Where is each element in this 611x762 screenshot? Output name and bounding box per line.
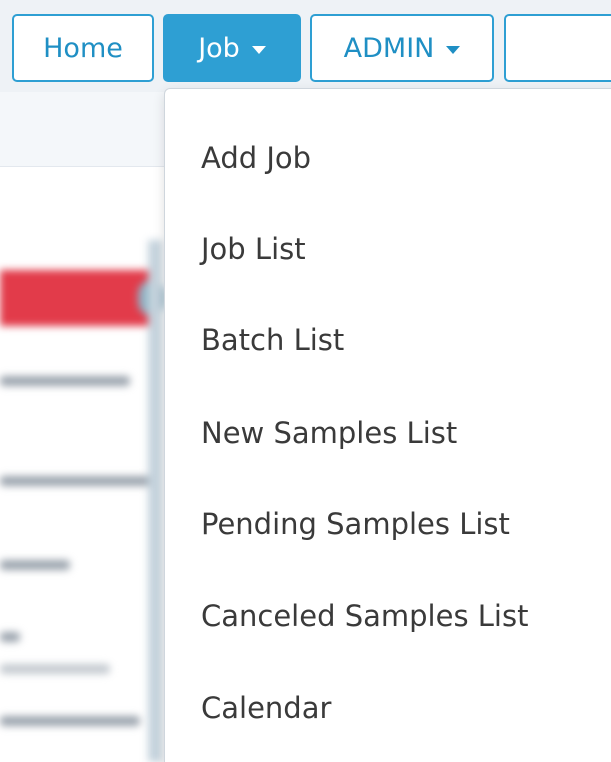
blurred-text-line xyxy=(0,664,110,674)
chevron-down-icon xyxy=(251,45,266,54)
menu-item-job-list[interactable]: Job List xyxy=(201,232,306,266)
blurred-text-line xyxy=(0,376,130,386)
admin-menu-label: ADMIN xyxy=(343,32,435,64)
search-input[interactable] xyxy=(504,14,611,82)
blurred-text-line xyxy=(0,716,140,726)
job-dropdown-menu: Add Job Job List Batch List New Samples … xyxy=(164,88,611,762)
menu-item-add-job[interactable]: Add Job xyxy=(201,141,311,175)
menu-item-new-samples-list[interactable]: New Samples List xyxy=(201,416,457,450)
blurred-divider xyxy=(148,240,162,762)
admin-menu-button[interactable]: ADMIN xyxy=(310,14,494,82)
menu-item-batch-list[interactable]: Batch List xyxy=(201,323,344,357)
home-button-label: Home xyxy=(43,32,123,64)
blurred-text-line xyxy=(0,560,70,570)
blurred-text-line xyxy=(0,632,20,642)
page: Home Job ADMIN Add Job Job List Batch Li… xyxy=(0,0,611,762)
top-navbar: Home Job ADMIN xyxy=(0,0,611,92)
menu-item-canceled-samples-list[interactable]: Canceled Samples List xyxy=(201,599,528,633)
menu-item-calendar[interactable]: Calendar xyxy=(201,691,331,725)
menu-item-pending-samples-list[interactable]: Pending Samples List xyxy=(201,507,510,541)
job-menu-button[interactable]: Job xyxy=(163,14,301,82)
blurred-text-line xyxy=(0,476,150,486)
job-menu-label: Job xyxy=(198,32,240,64)
home-button[interactable]: Home xyxy=(12,14,154,82)
alert-banner xyxy=(0,270,150,326)
blurred-background-content xyxy=(0,240,170,762)
chevron-down-icon xyxy=(446,45,461,54)
